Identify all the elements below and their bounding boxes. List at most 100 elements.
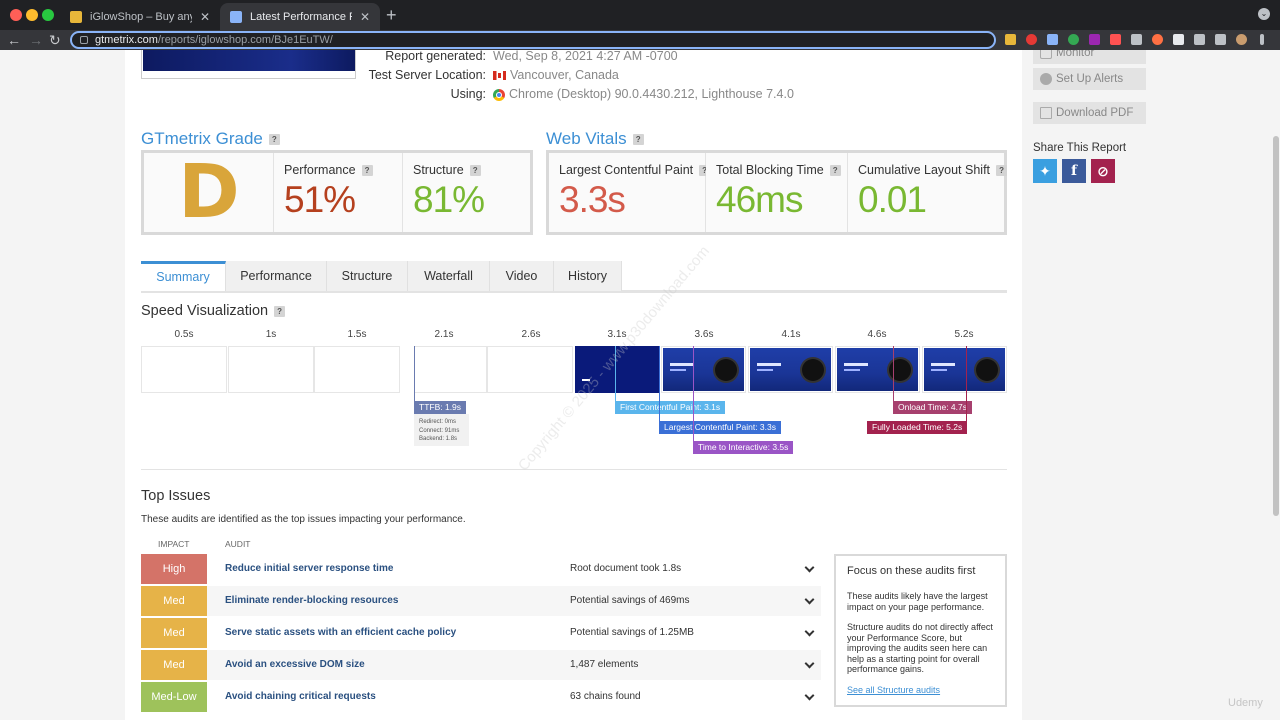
chevron-down-icon[interactable] (804, 594, 815, 605)
extension-icon[interactable] (1047, 34, 1058, 45)
monitor-button[interactable]: Monitor (1033, 50, 1146, 64)
tab-history[interactable]: History (554, 261, 622, 291)
impact-badge: Med (141, 618, 207, 648)
timeline-tick: 4.1s (781, 329, 801, 340)
report-generated-label: Report generated: (385, 49, 486, 63)
tab-performance[interactable]: Performance (226, 261, 327, 291)
address-bar[interactable]: gtmetrix.com/reports/iglowshop.com/BJe1E… (70, 31, 996, 49)
performance-score: 51% (284, 179, 356, 220)
ttfb-marker[interactable]: TTFB: 1.9s (414, 401, 467, 414)
issue-row[interactable]: High Reduce initial server response time… (141, 554, 821, 584)
kebab-menu-icon[interactable] (1260, 34, 1264, 45)
lcp-marker[interactable]: Largest Contentful Paint: 3.3s (659, 421, 781, 434)
issue-row[interactable]: Med Serve static assets with an efficien… (141, 618, 821, 648)
gtmetrix-grade-heading: GTmetrix Grade? (141, 129, 280, 149)
chrome-icon (493, 88, 505, 101)
help-icon[interactable]: ? (469, 165, 481, 177)
page-scrollbar[interactable] (1271, 50, 1280, 720)
extension-icon[interactable] (1005, 34, 1016, 45)
speed-visualization-heading: Speed Visualization? (141, 303, 286, 319)
facebook-share-icon[interactable]: f (1062, 159, 1086, 183)
help-icon[interactable]: ? (268, 134, 280, 146)
tab-summary[interactable]: Summary (141, 261, 226, 291)
see-structure-audits-link[interactable]: See all Structure audits (847, 685, 994, 695)
tti-marker[interactable]: Time to Interactive: 3.5s (693, 441, 794, 454)
filmstrip-frame[interactable] (487, 346, 573, 393)
help-icon[interactable]: ? (996, 165, 1008, 177)
browser-tab-gtmetrix[interactable]: Latest Performance Report for ✕ (220, 3, 380, 30)
help-icon[interactable]: ? (274, 305, 286, 317)
close-tab-icon[interactable]: ✕ (200, 10, 210, 24)
extension-icon[interactable] (1131, 34, 1142, 45)
extension-icon[interactable] (1068, 34, 1079, 45)
web-vitals-box: Largest Contentful Paint? 3.3s Total Blo… (546, 150, 1008, 235)
audit-title[interactable]: Reduce initial server response time (225, 554, 393, 584)
extension-icon[interactable] (1026, 34, 1037, 45)
extension-icon[interactable] (1173, 34, 1184, 45)
onload-marker[interactable]: Onload Time: 4.7s (893, 401, 972, 414)
chevron-down-icon[interactable] (804, 562, 815, 573)
audit-title[interactable]: Eliminate render-blocking resources (225, 586, 398, 616)
help-icon[interactable]: ? (361, 165, 373, 177)
audit-title[interactable]: Avoid an excessive DOM size (225, 650, 365, 680)
issue-row[interactable]: Med Avoid an excessive DOM size 1,487 el… (141, 650, 821, 680)
audit-finding: 1,487 elements (570, 659, 639, 670)
back-icon[interactable]: ← (7, 31, 21, 49)
filmstrip-frame[interactable] (141, 346, 227, 393)
zoom-window-button[interactable] (42, 9, 54, 21)
timeline-tick: 5.2s (954, 329, 974, 340)
web-vitals-heading: Web Vitals? (546, 129, 644, 149)
impact-badge: Med (141, 650, 207, 680)
pdf-icon (1040, 107, 1052, 119)
issue-row[interactable]: Med Eliminate render-blocking resources … (141, 586, 821, 616)
fully-loaded-marker[interactable]: Fully Loaded Time: 5.2s (867, 421, 968, 434)
new-tab-button[interactable]: + (386, 6, 397, 24)
fcp-marker[interactable]: First Contentful Paint: 3.1s (615, 401, 726, 414)
reload-icon[interactable]: ↻ (49, 31, 61, 49)
puzzle-icon[interactable] (1194, 34, 1205, 45)
filmstrip-frame[interactable] (414, 346, 487, 393)
help-icon[interactable]: ? (632, 134, 644, 146)
tab-search-icon[interactable]: ⌄ (1258, 8, 1270, 20)
filmstrip-frame[interactable] (228, 346, 314, 393)
close-window-button[interactable] (10, 9, 22, 21)
download-pdf-button[interactable]: Download PDF (1033, 102, 1146, 124)
audit-title[interactable]: Avoid chaining critical requests (225, 682, 376, 712)
issue-row[interactable]: Med-Low Avoid chaining critical requests… (141, 682, 821, 712)
cls-value: 0.01 (858, 179, 927, 220)
extension-icon[interactable] (1152, 34, 1163, 45)
cls-cell: Cumulative Layout Shift? 0.01 (848, 153, 1008, 232)
minimize-window-button[interactable] (26, 9, 38, 21)
focus-paragraph: Structure audits do not directly affect … (847, 622, 993, 674)
impact-badge: High (141, 554, 207, 584)
link-share-icon[interactable]: ⊘ (1091, 159, 1115, 183)
tab-structure[interactable]: Structure (327, 261, 408, 291)
tab-waterfall[interactable]: Waterfall (408, 261, 490, 291)
filmstrip-frame[interactable] (922, 346, 1007, 393)
filmstrip-frame[interactable] (661, 346, 746, 393)
scrollbar-thumb[interactable] (1273, 136, 1279, 516)
extension-icon[interactable] (1089, 34, 1100, 45)
forward-icon[interactable]: → (29, 31, 43, 49)
chevron-down-icon[interactable] (804, 626, 815, 637)
impact-badge: Med (141, 586, 207, 616)
reading-list-icon[interactable] (1215, 34, 1226, 45)
filmstrip-frame[interactable] (575, 346, 660, 393)
filmstrip-frame[interactable] (314, 346, 400, 393)
audit-title[interactable]: Serve static assets with an efficient ca… (225, 618, 456, 648)
structure-score: 81% (413, 179, 485, 220)
browser-tab-iglowshop[interactable]: iGlowShop – Buy anything any ✕ (60, 3, 220, 30)
profile-avatar[interactable] (1236, 34, 1247, 45)
tab-video[interactable]: Video (490, 261, 554, 291)
filmstrip-frame[interactable] (835, 346, 920, 393)
chevron-down-icon[interactable] (804, 658, 815, 669)
help-icon[interactable]: ? (829, 165, 841, 177)
twitter-share-icon[interactable]: ✦ (1033, 159, 1057, 183)
close-tab-icon[interactable]: ✕ (360, 10, 370, 24)
chevron-down-icon[interactable] (804, 690, 815, 701)
timeline-tick: 3.1s (607, 329, 627, 340)
extension-icon[interactable] (1110, 34, 1121, 45)
impact-badge: Med-Low (141, 682, 207, 712)
filmstrip-frame[interactable] (748, 346, 833, 393)
set-up-alerts-button[interactable]: Set Up Alerts (1033, 68, 1146, 90)
